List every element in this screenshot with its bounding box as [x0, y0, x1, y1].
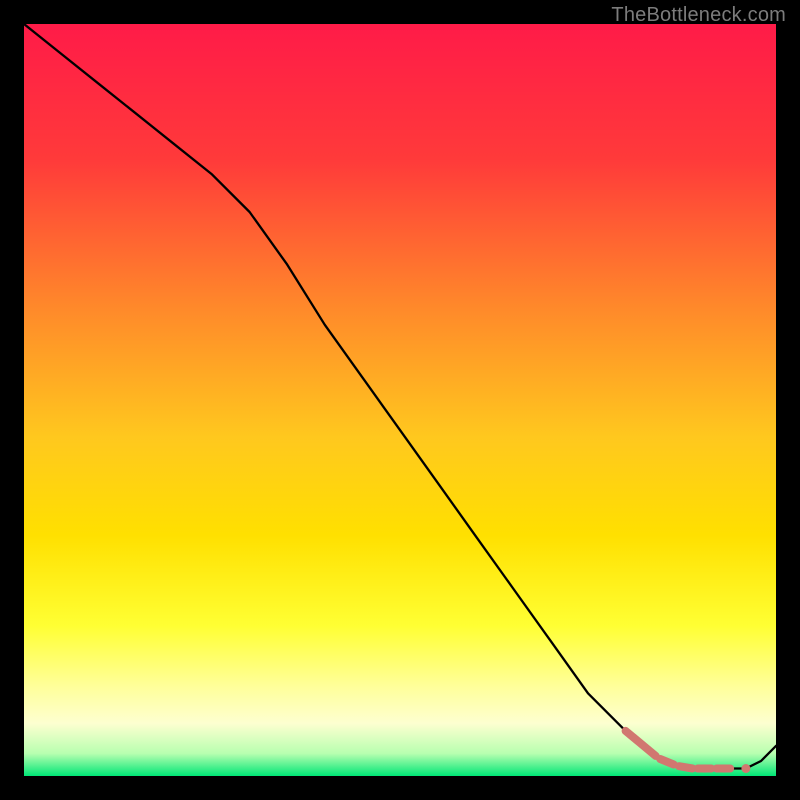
bottleneck-chart	[24, 24, 776, 776]
heatmap-background	[24, 24, 776, 776]
watermark-text: TheBottleneck.com	[611, 4, 786, 27]
